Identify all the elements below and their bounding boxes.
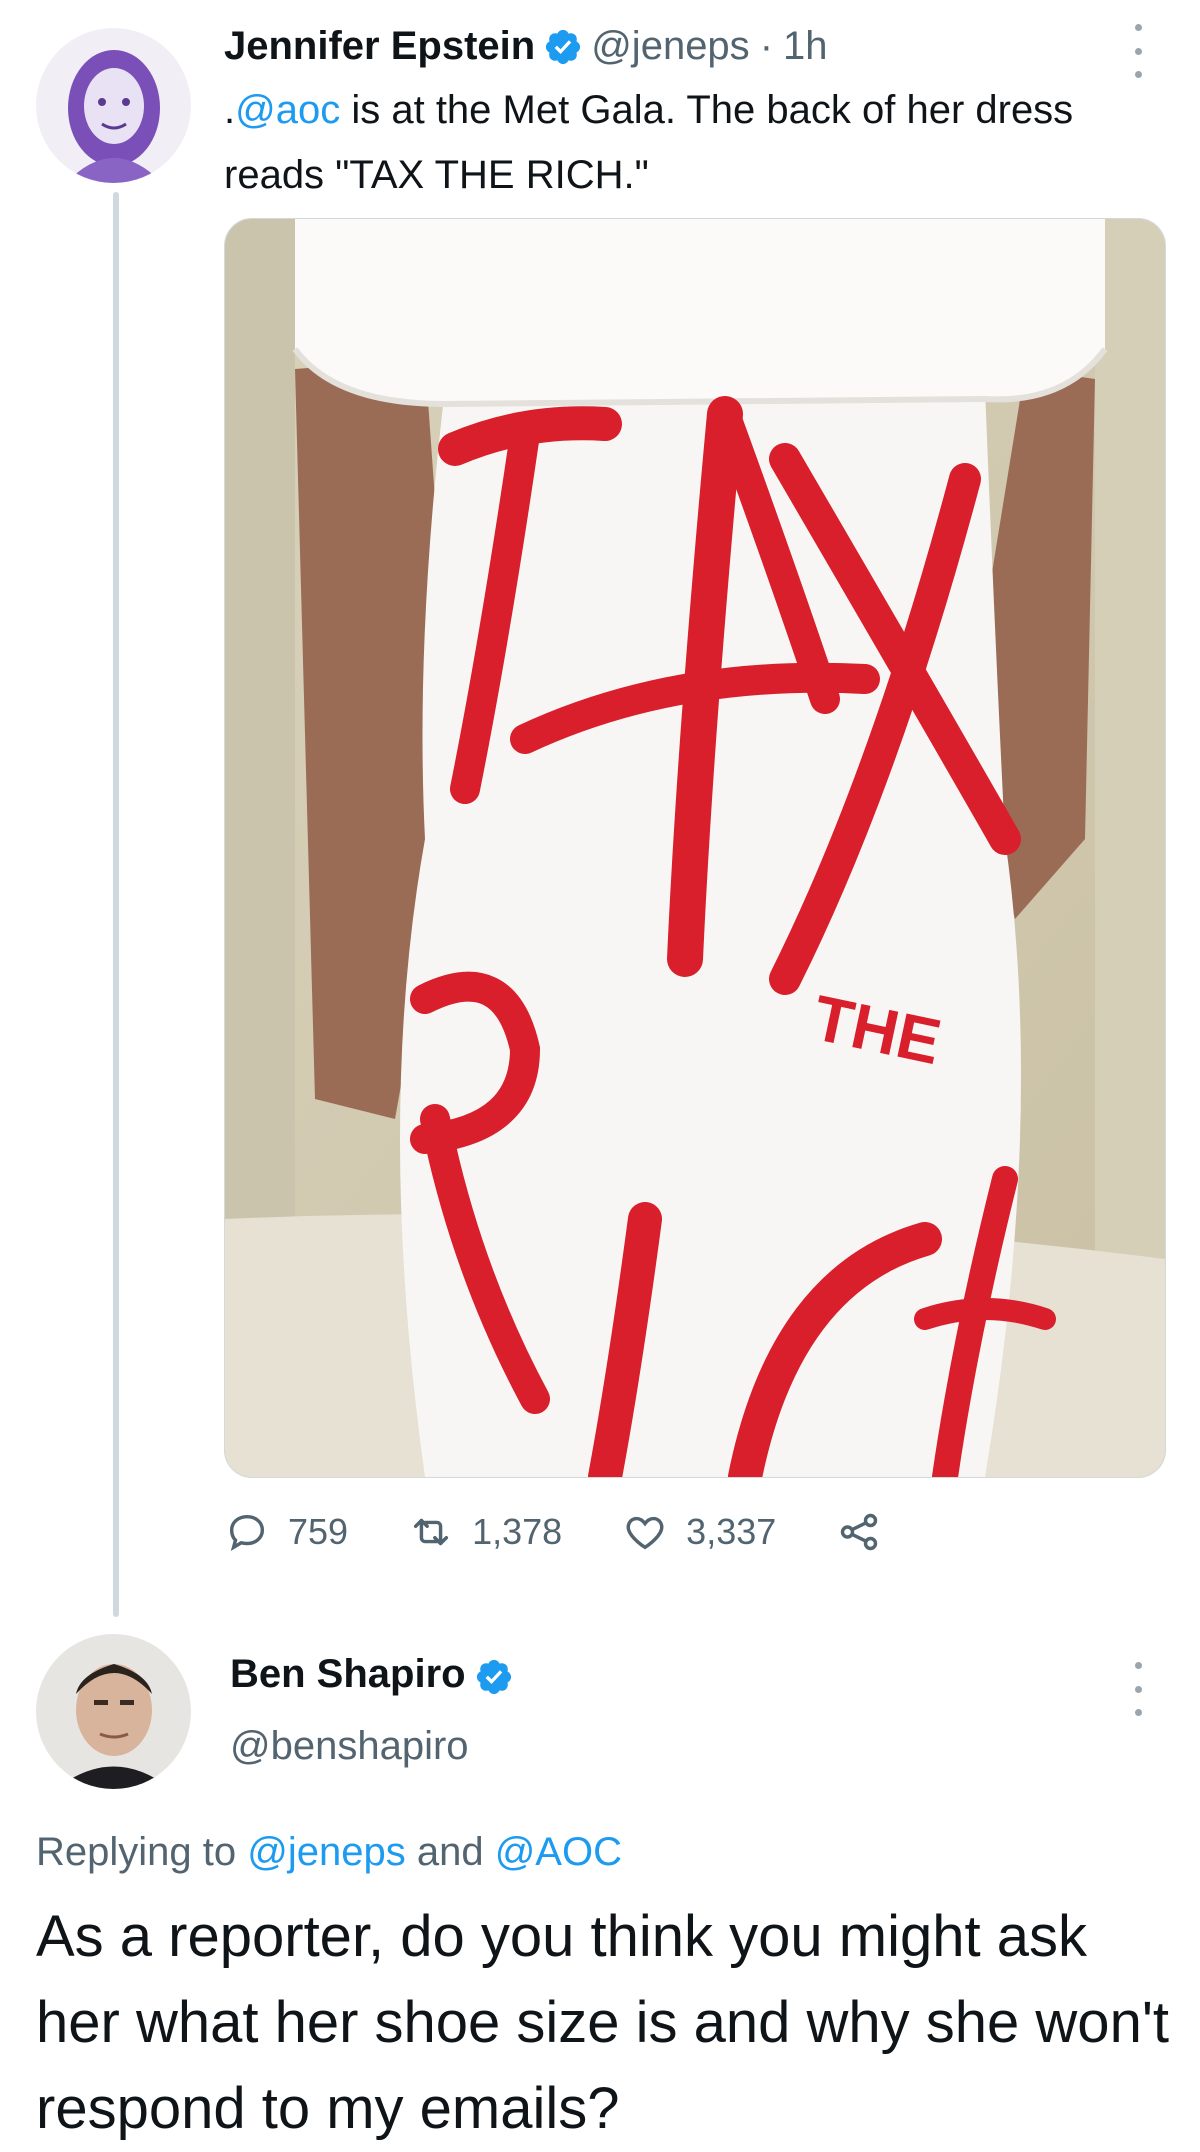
tweet-text: As a reporter, do you think you might as… xyxy=(36,1904,1170,2141)
share-icon xyxy=(841,1513,878,1551)
avatar[interactable] xyxy=(36,1634,191,1789)
heart-icon xyxy=(626,1516,664,1550)
tweet-media-image[interactable]: THE xyxy=(224,218,1166,1478)
author-name[interactable]: Jennifer Epstein xyxy=(224,18,535,74)
reply-count: 759 xyxy=(288,1511,349,1552)
author-handle[interactable]: @jeneps xyxy=(591,18,749,74)
avatar[interactable] xyxy=(36,28,191,183)
tweet-header: Jennifer Epstein @jeneps · 1h xyxy=(224,18,828,74)
avatar-jennifer-epstein-image xyxy=(36,28,191,183)
tweet-text-body: is at the Met Gala. The back of her dres… xyxy=(224,88,1074,197)
like-count: 3,337 xyxy=(686,1511,777,1552)
tweet-timestamp[interactable]: 1h xyxy=(783,18,828,74)
more-options-icon[interactable] xyxy=(1128,24,1148,78)
avatar-ben-shapiro-image xyxy=(36,1634,191,1789)
replying-to-label: Replying to xyxy=(36,1830,248,1874)
share-button[interactable] xyxy=(836,1509,900,1555)
retweet-count: 1,378 xyxy=(472,1511,563,1552)
thread-connector-line xyxy=(113,192,119,1617)
reply-button[interactable]: 759 xyxy=(224,1509,348,1555)
reply-mention-link[interactable]: @jeneps xyxy=(247,1830,405,1874)
reply-mention-link[interactable]: @AOC xyxy=(495,1830,622,1874)
tweet-text: .@aoc is at the Met Gala. The back of he… xyxy=(224,78,1124,208)
author-handle[interactable]: @benshapiro xyxy=(230,1716,469,1776)
replying-and-text: and xyxy=(405,1830,495,1874)
author-name[interactable]: Ben Shapiro xyxy=(230,1644,466,1704)
separator-dot: · xyxy=(759,24,774,68)
tweet-action-bar: 759 1,378 3,337 xyxy=(224,1504,960,1560)
retweet-icon xyxy=(414,1518,449,1546)
verified-badge-icon xyxy=(543,26,583,66)
more-options-icon[interactable] xyxy=(1128,1662,1148,1716)
like-button[interactable]: 3,337 xyxy=(622,1509,776,1555)
dress-photo-icon: THE xyxy=(225,219,1165,1477)
mention-link[interactable]: @aoc xyxy=(235,88,340,132)
verified-badge-icon xyxy=(474,1654,514,1695)
replying-to-line: Replying to @jeneps and @AOC xyxy=(36,1822,622,1882)
reply-icon xyxy=(229,1514,265,1552)
author-name-row: Ben Shapiro xyxy=(230,1644,522,1704)
text-prefix: . xyxy=(224,88,236,132)
retweet-button[interactable]: 1,378 xyxy=(408,1509,562,1555)
